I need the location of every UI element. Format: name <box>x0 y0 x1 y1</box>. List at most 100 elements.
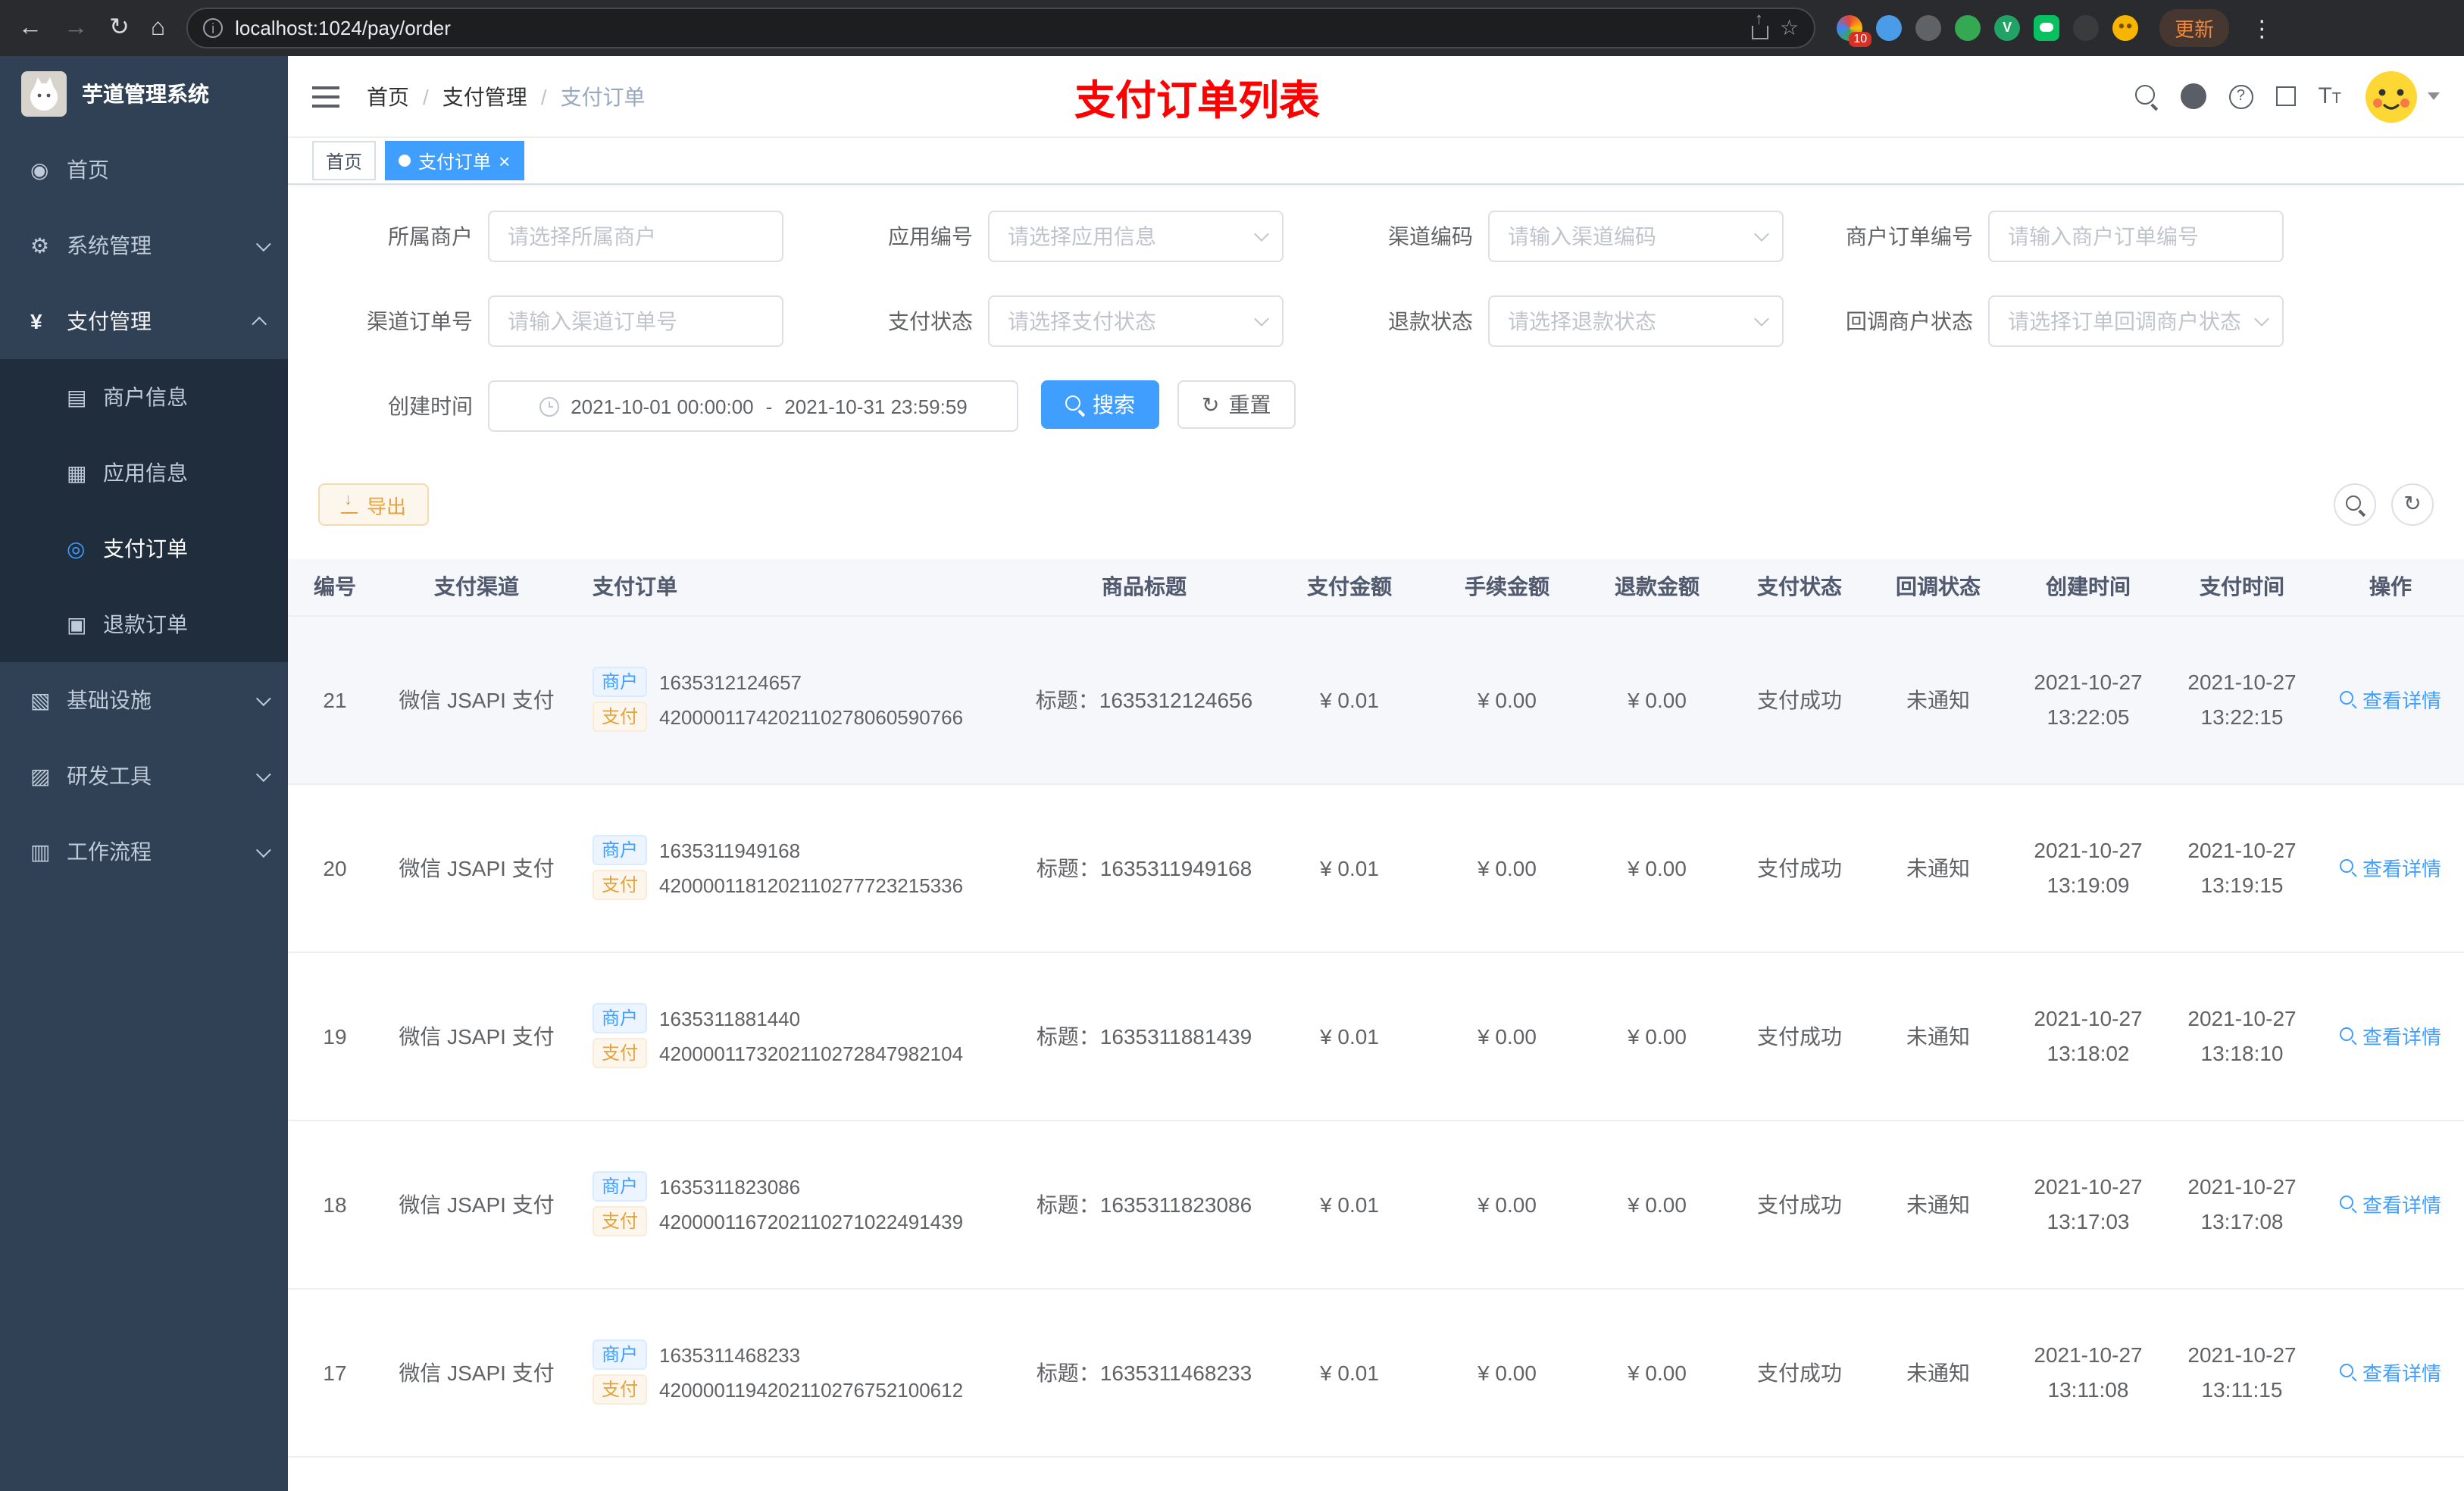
date-range-picker[interactable]: 2021-10-01 00:00:00 - 2021-10-31 23:59:5… <box>488 380 1018 432</box>
ext-drop-icon[interactable] <box>1876 15 1903 41</box>
sidebar-item-dev-tools[interactable]: 研发工具 <box>0 738 288 814</box>
cell-amount: ¥ 0.01 <box>1267 1288 1432 1457</box>
site-info-icon[interactable] <box>203 18 224 38</box>
pay-status-select[interactable] <box>988 295 1284 347</box>
view-detail-link[interactable]: 查看详情 <box>2339 853 2441 882</box>
browser-chrome: ← → ↻ ⌂ localhost:1024/pay/order ☆ 10 更新… <box>0 0 2464 56</box>
app-logo[interactable]: 芋道管理系统 <box>0 56 288 132</box>
sidebar-item-merchant-info[interactable]: 商户信息 <box>0 359 288 435</box>
merchant-order-no-input[interactable] <box>1988 211 2284 262</box>
filter-refund-status: 退款状态 <box>1318 295 1818 347</box>
date-separator: - <box>765 395 773 417</box>
table-header-row: 编号 支付渠道 支付订单 商品标题 支付金额 手续金额 退款金额 支付状态 回调… <box>288 559 2464 616</box>
sidebar-item-workflow[interactable]: 工作流程 <box>0 814 288 889</box>
export-button[interactable]: 导出 <box>318 483 430 526</box>
cell-channel: 微信 JSAPI 支付 <box>382 783 571 952</box>
ext-dark-icon[interactable] <box>2073 15 2100 41</box>
view-detail-link[interactable]: 查看详情 <box>2339 1358 2441 1386</box>
address-bar[interactable]: localhost:1024/pay/order ☆ <box>186 8 1816 48</box>
view-detail-link[interactable]: 查看详情 <box>2339 685 2441 714</box>
cell-actions: 查看详情 <box>2317 783 2464 952</box>
col-title: 商品标题 <box>1021 559 1267 616</box>
tags-view: 首页 支付订单 <box>288 138 2464 185</box>
browser-update-button[interactable]: 更新 <box>2159 9 2230 47</box>
bookmark-star-icon[interactable]: ☆ <box>1780 15 1799 41</box>
sidebar-item-system[interactable]: 系统管理 <box>0 208 288 283</box>
channel-pay-no: 4200001194202110276752100612 <box>659 1378 964 1401</box>
browser-menu-icon[interactable]: ⋮ <box>2250 14 2273 42</box>
refund-status-select[interactable] <box>1488 295 1784 347</box>
breadcrumb-home[interactable]: 首页 <box>367 81 409 111</box>
orders-table: 编号 支付渠道 支付订单 商品标题 支付金额 手续金额 退款金额 支付状态 回调… <box>288 559 2464 1491</box>
refund-icon <box>67 611 103 637</box>
col-pay-order: 支付订单 <box>571 559 1021 616</box>
cell-status: 支付成功 <box>1732 1288 1867 1457</box>
url-text[interactable]: localhost:1024/pay/order <box>235 17 1739 39</box>
ext-green-icon[interactable] <box>1955 15 1981 41</box>
sidebar-item-app-info[interactable]: 应用信息 <box>0 435 288 511</box>
channel-pay-no: 4200001181202110277723215336 <box>659 874 964 896</box>
col-create-time: 创建时间 <box>2009 559 2167 616</box>
tools-icon <box>30 763 67 789</box>
merchant-order-no: 1635311468233 <box>659 1343 801 1366</box>
share-icon[interactable] <box>1751 10 1768 39</box>
breadcrumb-section[interactable]: 支付管理 <box>442 81 527 111</box>
ext-emoji-icon[interactable] <box>2112 15 2139 41</box>
cell-title: 标题：1635311823086 <box>1021 1120 1267 1289</box>
col-fee: 手续金额 <box>1432 559 1582 616</box>
col-status: 支付状态 <box>1732 559 1867 616</box>
ext-chat-icon[interactable] <box>2034 15 2060 41</box>
search-button[interactable]: 搜索 <box>1041 380 1159 429</box>
browser-reload-icon[interactable]: ↻ <box>109 15 130 40</box>
chevron-down-icon <box>255 842 271 858</box>
cell-refund: ¥ 0.00 <box>1582 1120 1732 1289</box>
close-icon[interactable] <box>499 151 510 170</box>
cell-pay-order: 商户 1635311949168 支付 42000011812021102777… <box>571 783 1021 952</box>
reset-button[interactable]: 重置 <box>1177 380 1296 429</box>
app-no-select[interactable] <box>988 211 1284 262</box>
cell-refund: ¥ 0.00 <box>1582 952 1732 1121</box>
user-menu[interactable] <box>2364 69 2440 123</box>
search-icon <box>2339 1027 2356 1044</box>
fontsize-icon[interactable] <box>2318 85 2341 108</box>
github-icon[interactable] <box>2180 83 2206 109</box>
screen: ← → ↻ ⌂ localhost:1024/pay/order ☆ 10 更新… <box>0 0 2464 1491</box>
fullscreen-icon[interactable] <box>2275 86 2296 106</box>
merchant-order-no: 1635311881440 <box>659 1007 801 1030</box>
cell-fee: ¥ 0.00 <box>1432 1288 1582 1457</box>
merchant-icon <box>67 384 103 410</box>
browser-home-icon[interactable]: ⌂ <box>151 15 165 40</box>
refresh-table-button[interactable] <box>2391 483 2434 526</box>
hamburger-icon[interactable] <box>312 86 339 107</box>
sidebar-item-pay-order[interactable]: 支付订单 <box>0 511 288 586</box>
ext-colorful-icon[interactable]: 10 <box>1837 15 1872 47</box>
toggle-search-button[interactable] <box>2334 483 2376 526</box>
ext-gray-icon[interactable] <box>1915 15 1942 41</box>
view-detail-link[interactable]: 查看详情 <box>2339 1189 2441 1218</box>
notify-status-select[interactable] <box>1988 295 2284 347</box>
cell-create-time: 2021-10-27 13:18:02 <box>2009 952 2167 1121</box>
cell-amount: ¥ 0.01 <box>1267 783 1432 952</box>
help-icon[interactable] <box>2228 84 2253 108</box>
sidebar-item-refund-order[interactable]: 退款订单 <box>0 586 288 662</box>
merchant-select[interactable] <box>488 211 783 262</box>
browser-forward-icon[interactable]: → <box>64 15 88 40</box>
search-icon[interactable] <box>2134 85 2157 108</box>
view-detail-link[interactable]: 查看详情 <box>2339 1021 2441 1050</box>
date-end: 2021-10-31 23:59:59 <box>784 395 968 417</box>
logo-avatar <box>21 71 67 117</box>
browser-back-icon[interactable]: ← <box>18 15 42 40</box>
ext-v-icon[interactable] <box>1994 15 2021 41</box>
sidebar-item-infrastructure[interactable]: 基础设施 <box>0 662 288 738</box>
chevron-down-icon <box>255 236 271 252</box>
channel-order-no-input[interactable] <box>488 295 783 347</box>
filter-merchant: 所属商户 <box>318 211 818 262</box>
sidebar-item-home[interactable]: 首页 <box>0 132 288 208</box>
tab-home[interactable]: 首页 <box>312 141 377 180</box>
sidebar-item-payment[interactable]: 支付管理 <box>0 283 288 359</box>
dashboard-icon <box>30 157 67 183</box>
filter-notify-status: 回调商户状态 <box>1818 295 2319 347</box>
channel-code-select[interactable] <box>1488 211 1784 262</box>
tab-pay-order[interactable]: 支付订单 <box>385 141 524 180</box>
app-title: 芋道管理系统 <box>82 82 209 106</box>
